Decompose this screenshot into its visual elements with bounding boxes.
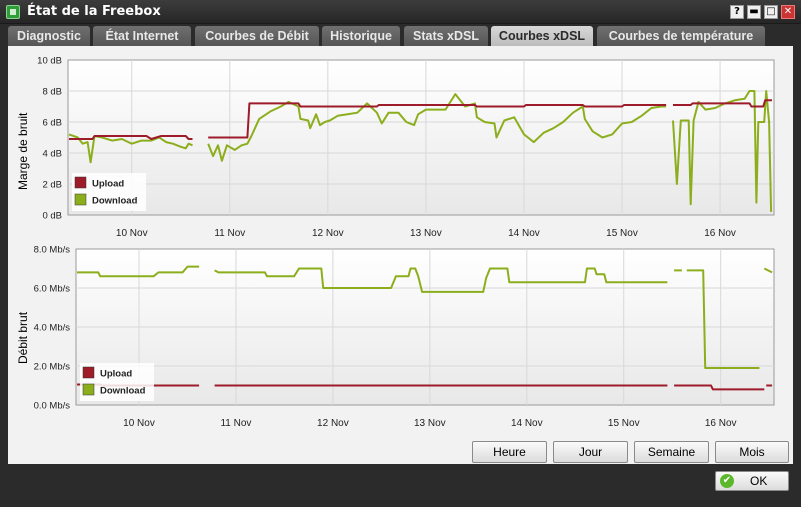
footer-bar	[0, 464, 801, 507]
x-tick-label: 15 Nov	[606, 228, 638, 239]
legend-label-download: Download	[100, 386, 146, 397]
x-tick-label: 15 Nov	[608, 418, 640, 429]
x-tick-label: 11 Nov	[220, 418, 251, 429]
x-tick-label: 13 Nov	[414, 418, 446, 429]
y-tick-label: 6 dB	[42, 118, 62, 129]
x-tick-label: 11 Nov	[214, 228, 245, 239]
window-title: État de la Freebox	[27, 4, 161, 19]
y-tick-label: 2.0 Mb/s	[34, 362, 71, 373]
semaine-button[interactable]: Semaine	[634, 441, 709, 463]
y-tick-label: 0 dB	[42, 211, 62, 222]
y-tick-label: 0.0 Mb/s	[34, 401, 71, 412]
x-tick-label: 12 Nov	[312, 228, 344, 239]
legend-swatch-download	[82, 383, 95, 396]
x-tick-label: 12 Nov	[317, 418, 349, 429]
legend-swatch-download	[74, 193, 87, 206]
help-button[interactable]: ?	[730, 5, 744, 19]
noise-margin-chart: 0 dB 2 dB 4 dB 6 dB 8 dB 10 dB 10 Nov 11 Nov 12 …	[37, 56, 775, 239]
bitrate-axis-title: Débit brut	[16, 311, 30, 364]
y-tick-label: 10 dB	[37, 56, 62, 67]
x-tick-label: 16 Nov	[705, 418, 737, 429]
y-tick-label: 4 dB	[42, 149, 62, 160]
legend-label-upload: Upload	[92, 179, 124, 190]
maximize-button[interactable]: □	[764, 5, 778, 19]
tab-etat-internet[interactable]: État Internet	[93, 26, 191, 46]
minimize-button[interactable]: ▬	[747, 5, 761, 19]
x-tick-label: 14 Nov	[511, 418, 543, 429]
y-tick-label: 4.0 Mb/s	[34, 323, 71, 334]
check-icon: ✔	[720, 474, 734, 488]
tab-bar: Diagnostic État Internet Courbes de Débi…	[0, 24, 801, 46]
x-tick-label: 16 Nov	[704, 228, 736, 239]
jour-button[interactable]: Jour	[553, 441, 628, 463]
bitrate-chart: 0.0 Mb/s 2.0 Mb/s 4.0 Mb/s 6.0 Mb/s 8.0 Mb/s…	[34, 245, 775, 429]
noise-margin-axis-title: Marge de bruit	[16, 112, 30, 190]
tab-courbes-temperature[interactable]: Courbes de température	[597, 26, 765, 46]
title-bar: État de la Freebox ? ▬ □ ✕	[0, 0, 801, 24]
x-tick-label: 10 Nov	[116, 228, 148, 239]
y-tick-label: 8.0 Mb/s	[34, 245, 71, 256]
x-tick-label: 14 Nov	[508, 228, 540, 239]
legend-label-upload: Upload	[100, 369, 132, 380]
tab-courbes-xdsl[interactable]: Courbes xDSL	[491, 26, 593, 46]
x-tick-label: 13 Nov	[410, 228, 442, 239]
plot-area	[67, 59, 775, 216]
ok-button[interactable]: ✔ OK	[715, 471, 789, 491]
y-tick-label: 2 dB	[42, 180, 62, 191]
close-button[interactable]: ✕	[781, 5, 795, 19]
freebox-app-icon	[6, 5, 20, 19]
heure-button[interactable]: Heure	[472, 441, 547, 463]
tab-historique[interactable]: Historique	[322, 26, 400, 46]
legend-swatch-upload	[74, 176, 87, 189]
x-tick-label: 10 Nov	[123, 418, 155, 429]
y-tick-label: 8 dB	[42, 87, 62, 98]
y-tick-label: 6.0 Mb/s	[34, 284, 71, 295]
legend-swatch-upload	[82, 366, 95, 379]
tab-stats-xdsl[interactable]: Stats xDSL	[404, 26, 488, 46]
tab-courbes-debit[interactable]: Courbes de Débit	[195, 26, 319, 46]
mois-button[interactable]: Mois	[715, 441, 789, 463]
tab-diagnostic[interactable]: Diagnostic	[8, 26, 90, 46]
legend-label-download: Download	[92, 196, 138, 207]
ok-label: OK	[750, 474, 768, 488]
